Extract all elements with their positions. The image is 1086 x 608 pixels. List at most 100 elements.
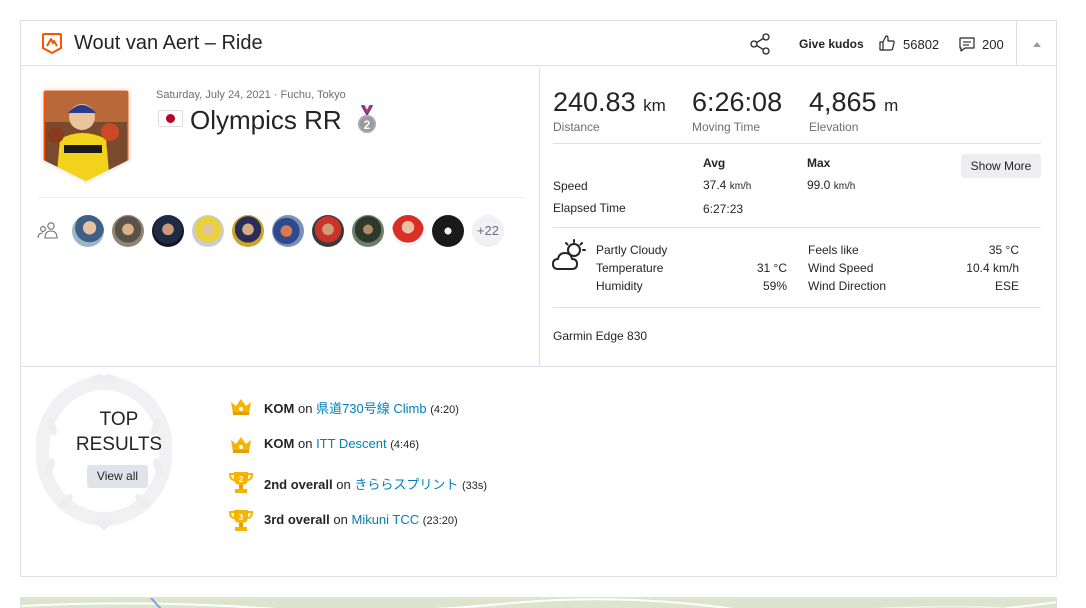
activity-header: Wout van Aert – Ride Give kudos 56802 20… (21, 21, 1056, 66)
achievement-on: on (336, 477, 351, 492)
top-results-title-line2: RESULTS (75, 434, 163, 455)
trophy-number: 3 (239, 513, 244, 522)
trophy-number: 2 (239, 475, 244, 484)
more-athletes-count[interactable]: +22 (472, 215, 504, 247)
athlete-avatar[interactable] (152, 215, 184, 247)
speed-max-unit: km/h (833, 181, 856, 192)
athlete-avatar[interactable] (192, 215, 224, 247)
header-divider (1016, 21, 1017, 66)
silver-medal-icon: 2 (358, 105, 376, 133)
crown-icon (231, 437, 251, 453)
achievement-text: 2nd overall on きららスプリント (33s) (264, 474, 487, 493)
speed-avg-value: 37.4 (703, 178, 727, 192)
top-results-title: TOP RESULTS (69, 407, 169, 457)
distance-label: Distance (553, 120, 600, 134)
avg-header: Avg (703, 156, 726, 170)
japan-flag-icon (158, 110, 183, 127)
temperature-value: 31 °C (756, 261, 787, 275)
athlete-avatar[interactable] (232, 215, 264, 247)
weather-condition: Partly Cloudy (596, 243, 668, 257)
elapsed-time-value: 6:27:23 (703, 202, 744, 216)
give-kudos-button[interactable]: Give kudos (799, 37, 864, 51)
segment-link[interactable]: きららスプリント (354, 477, 458, 492)
athlete-avatar[interactable] (272, 215, 304, 247)
moving-time-label: Moving Time (692, 120, 761, 134)
share-icon[interactable] (748, 32, 772, 56)
comment-icon[interactable] (958, 35, 976, 53)
kudos-count[interactable]: 56802 (903, 37, 939, 52)
achievement-rank: 2nd overall (264, 477, 333, 492)
achievement-time: (4:46) (390, 439, 419, 451)
thumbs-up-icon[interactable] (878, 34, 896, 52)
athlete-avatar[interactable] (312, 215, 344, 247)
distance-value: 240.83 (553, 87, 636, 117)
left-divider (38, 197, 524, 198)
humidity-value: 59% (762, 279, 787, 293)
elapsed-time-label: Elapsed Time (553, 201, 626, 215)
achievement-rank: KOM (264, 436, 295, 451)
group-athletes-icon (37, 222, 58, 239)
feels-like-label: Feels like (808, 243, 859, 257)
column-divider (539, 67, 540, 367)
elevation-stat: 4,865 m Elevation (809, 87, 898, 134)
athlete-avatar[interactable] (392, 215, 424, 247)
top-results-title-line1: TOP (99, 409, 139, 430)
feels-like-value: 35 °C (988, 243, 1019, 257)
view-all-button[interactable]: View all (87, 465, 148, 488)
athlete-avatar[interactable] (72, 215, 104, 247)
achievement-rank: 3rd overall (264, 512, 330, 527)
elevation-label: Elevation (809, 120, 859, 134)
weather-divider (553, 307, 1041, 308)
section-divider (21, 366, 1056, 367)
achievement-on: on (297, 436, 313, 451)
medal-rank: 2 (364, 118, 371, 132)
show-more-button[interactable]: Show More (961, 154, 1041, 178)
speed-avg: 37.4 km/h (703, 178, 751, 192)
segment-link[interactable]: ITT Descent (316, 436, 387, 451)
route-map[interactable] (20, 597, 1057, 608)
map-texture (21, 598, 1056, 608)
achievement-rank: KOM (264, 401, 295, 416)
achievement-time: (4:20) (430, 404, 459, 416)
partly-cloudy-icon (552, 239, 586, 270)
wind-direction-label: Wind Direction (808, 279, 887, 293)
wind-direction-value: ESE (994, 279, 1019, 293)
speed-label: Speed (553, 179, 588, 193)
achievement-on: on (297, 401, 313, 416)
achievement-on: on (333, 512, 348, 527)
segment-link[interactable]: 県道730号線 Climb (316, 401, 427, 416)
activity-card: Wout van Aert – Ride Give kudos 56802 20… (20, 20, 1057, 577)
athlete-avatar[interactable] (112, 215, 144, 247)
moving-time-value: 6:26:08 (692, 87, 783, 117)
device-name: Garmin Edge 830 (553, 329, 648, 343)
distance-unit: km (643, 96, 666, 115)
segment-link[interactable]: Mikuni TCC (351, 512, 419, 527)
temperature-label: Temperature (596, 261, 664, 275)
humidity-label: Humidity (596, 279, 643, 293)
ride-sport-icon (42, 33, 62, 54)
collapse-caret-icon[interactable] (1031, 40, 1043, 48)
elevation-value: 4,865 (809, 87, 877, 117)
trophy-icon: 3 (229, 510, 253, 531)
achievement-time: (33s) (462, 480, 488, 492)
activity-title: Wout van Aert – Ride (74, 32, 263, 54)
activity-name: Olympics RR (190, 105, 342, 135)
athlete-avatar[interactable] (432, 215, 464, 247)
achievement-text: 3rd overall on Mikuni TCC (23:20) (264, 512, 458, 527)
comment-count[interactable]: 200 (982, 37, 1004, 52)
max-header: Max (807, 156, 831, 170)
athlete-photo-badge[interactable] (40, 87, 132, 185)
activity-date-location: Saturday, July 24, 2021 · Fuchu, Tokyo (156, 89, 346, 101)
achievement-time: (23:20) (422, 515, 458, 527)
table-divider (553, 227, 1041, 228)
stats-divider (553, 143, 1041, 144)
achievement-text: KOM on 県道730号線 Climb (4:20) (264, 398, 459, 417)
moving-time-stat: 6:26:08 Moving Time (692, 87, 782, 134)
achievement-text: KOM on ITT Descent (4:46) (264, 436, 419, 451)
speed-avg-unit: km/h (729, 181, 752, 192)
speed-max-value: 99.0 (807, 178, 831, 192)
trophy-icon: 2 (229, 472, 253, 493)
crown-icon (231, 399, 251, 415)
athlete-avatar[interactable] (352, 215, 384, 247)
wind-speed-label: Wind Speed (808, 261, 874, 275)
